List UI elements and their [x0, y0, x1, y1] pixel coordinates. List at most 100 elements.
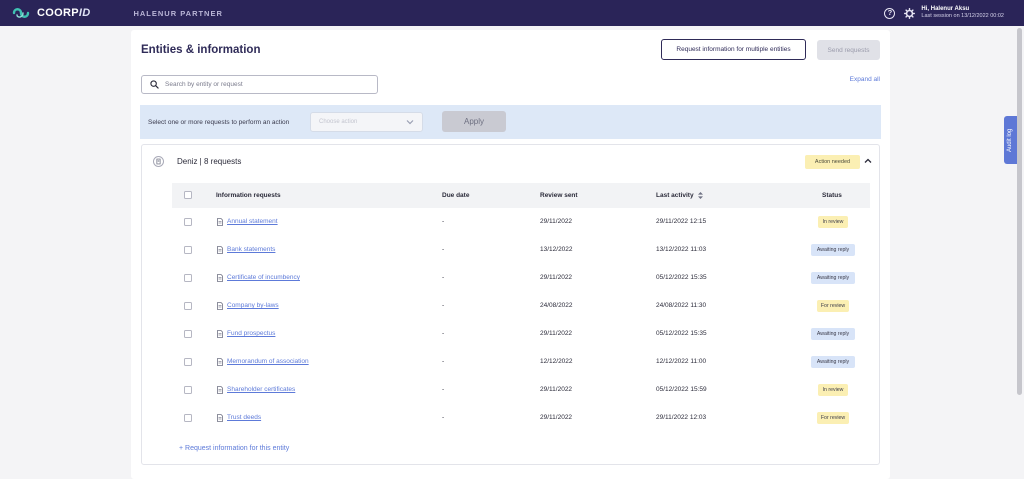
request-link[interactable]: Memorandum of association — [227, 348, 309, 376]
request-link[interactable]: Certificate of incumbency — [227, 264, 300, 292]
document-icon — [217, 330, 223, 338]
review-sent: 13/12/2022 — [540, 246, 573, 253]
last-activity: 12/12/2022 11:00 — [656, 358, 707, 365]
row-checkbox[interactable] — [184, 358, 192, 366]
last-session: Last session on 13/12/2022 00:02 — [921, 13, 1004, 19]
action-needed-badge: Action needed — [805, 155, 860, 169]
document-icon — [217, 386, 223, 394]
request-link[interactable]: Annual statement — [227, 208, 278, 236]
table-row[interactable]: Bank statements - 13/12/2022 13/12/2022 11:… — [172, 236, 870, 264]
add-request-link[interactable]: + Request information for this entity — [179, 445, 289, 452]
search-icon — [150, 80, 159, 89]
choose-action-select[interactable]: Choose action — [310, 112, 423, 132]
search-box[interactable] — [141, 75, 378, 94]
expand-all-link[interactable]: Expand all — [850, 76, 880, 83]
row-checkbox[interactable] — [184, 330, 192, 338]
apply-button[interactable]: Apply — [442, 111, 506, 132]
review-sent: 12/12/2022 — [540, 358, 573, 365]
status-badge: For review — [817, 300, 849, 312]
document-icon — [217, 218, 223, 226]
help-icon[interactable]: ? — [884, 7, 896, 19]
request-link[interactable]: Bank statements — [227, 236, 275, 264]
table-row[interactable]: Trust deeds - 29/11/2022 29/11/2022 12:03 Fo… — [172, 404, 870, 432]
select-all-checkbox[interactable] — [184, 191, 192, 199]
status-badge: For review — [817, 412, 849, 424]
user-menu[interactable]: Hi, Halenur Aksu Last session on 13/12/2… — [921, 6, 1004, 20]
last-activity: 05/12/2022 15:35 — [656, 274, 707, 281]
review-sent: 29/11/2022 — [540, 386, 573, 393]
last-activity: 24/08/2022 11:30 — [656, 302, 707, 309]
choose-action-placeholder: Choose action — [319, 119, 358, 125]
table-row[interactable]: Shareholder certificates - 29/11/2022 05/12… — [172, 376, 870, 404]
column-information-requests: Information requests — [216, 192, 281, 199]
table-header: Information requests Due date Review sen… — [172, 183, 870, 208]
main-card: Entities & information Request informati… — [131, 30, 890, 479]
document-icon — [217, 414, 223, 422]
top-bar: COORPID HALENUR PARTNER ? Hi, Halenur Ak… — [0, 0, 1024, 26]
entity-title[interactable]: Deniz | 8 requests — [177, 157, 241, 166]
table-row[interactable]: Company by-laws - 24/08/2022 24/08/2022 11:… — [172, 292, 870, 320]
audit-log-label: Audit log — [1007, 128, 1013, 152]
due-date: - — [442, 274, 445, 281]
logo-text: COORPID — [37, 7, 90, 19]
page-scrollbar[interactable] — [1017, 28, 1022, 395]
bulk-action-instruction: Select one or more requests to perform a… — [148, 118, 290, 126]
row-checkbox[interactable] — [184, 302, 192, 310]
logo[interactable]: COORPID — [12, 6, 90, 20]
due-date: - — [442, 330, 445, 337]
due-date: - — [442, 414, 445, 421]
column-status: Status — [822, 192, 842, 199]
row-checkbox[interactable] — [184, 218, 192, 226]
user-greeting: Hi, Halenur Aksu — [921, 6, 970, 12]
last-activity: 05/12/2022 15:59 — [656, 386, 707, 393]
table-row[interactable]: Annual statement - 29/11/2022 29/11/2022 12… — [172, 208, 870, 236]
due-date: - — [442, 302, 445, 309]
document-icon — [217, 246, 223, 254]
request-multiple-entities-button[interactable]: Request information for multiple entitie… — [661, 39, 806, 60]
row-checkbox[interactable] — [184, 274, 192, 282]
request-link[interactable]: Trust deeds — [227, 404, 261, 432]
row-checkbox[interactable] — [184, 386, 192, 394]
document-icon — [217, 302, 223, 310]
gear-icon[interactable] — [904, 7, 916, 19]
row-checkbox[interactable] — [184, 414, 192, 422]
request-link[interactable]: Company by-laws — [227, 292, 279, 320]
review-sent: 29/11/2022 — [540, 414, 573, 421]
last-activity: 29/11/2022 12:03 — [656, 414, 707, 421]
bulk-action-bar: Select one or more requests to perform a… — [140, 105, 881, 139]
search-input[interactable] — [165, 81, 365, 88]
review-sent: 29/11/2022 — [540, 218, 573, 225]
request-link[interactable]: Fund prospectus — [227, 320, 275, 348]
review-sent: 24/08/2022 — [540, 302, 573, 309]
logo-icon — [12, 8, 30, 18]
document-icon — [217, 358, 223, 366]
column-due-date: Due date — [442, 192, 470, 199]
status-badge: Awaiting reply — [811, 244, 855, 256]
column-last-activity[interactable]: Last activity — [656, 183, 704, 208]
due-date: - — [442, 246, 445, 253]
status-badge: Awaiting reply — [811, 356, 855, 368]
chevron-up-icon[interactable] — [864, 158, 872, 164]
status-badge: In review — [818, 216, 848, 228]
page-title: Entities & information — [141, 44, 261, 56]
due-date: - — [442, 358, 445, 365]
document-icon — [217, 274, 223, 282]
row-checkbox[interactable] — [184, 246, 192, 254]
table-row[interactable]: Fund prospectus - 29/11/2022 05/12/2022 15:… — [172, 320, 870, 348]
last-activity: 05/12/2022 15:35 — [656, 330, 707, 337]
logo-main: COORP — [37, 7, 79, 19]
column-last-activity-label: Last activity — [656, 192, 694, 199]
send-requests-button[interactable]: Send requests — [817, 40, 880, 60]
request-link[interactable]: Shareholder certificates — [227, 376, 295, 404]
due-date: - — [442, 386, 445, 393]
entity-panel: Deniz | 8 requests Action needed Informa… — [141, 144, 880, 465]
review-sent: 29/11/2022 — [540, 330, 573, 337]
table-row[interactable]: Memorandum of association - 12/12/2022 12/1… — [172, 348, 870, 376]
status-badge: In review — [818, 384, 848, 396]
sort-icon[interactable] — [698, 191, 704, 199]
review-sent: 29/11/2022 — [540, 274, 573, 281]
logo-accent: ID — [78, 7, 91, 19]
chevron-down-icon — [406, 120, 414, 125]
table-row[interactable]: Certificate of incumbency - 29/11/2022 05/1… — [172, 264, 870, 292]
partner-name: HALENUR PARTNER — [133, 8, 223, 18]
